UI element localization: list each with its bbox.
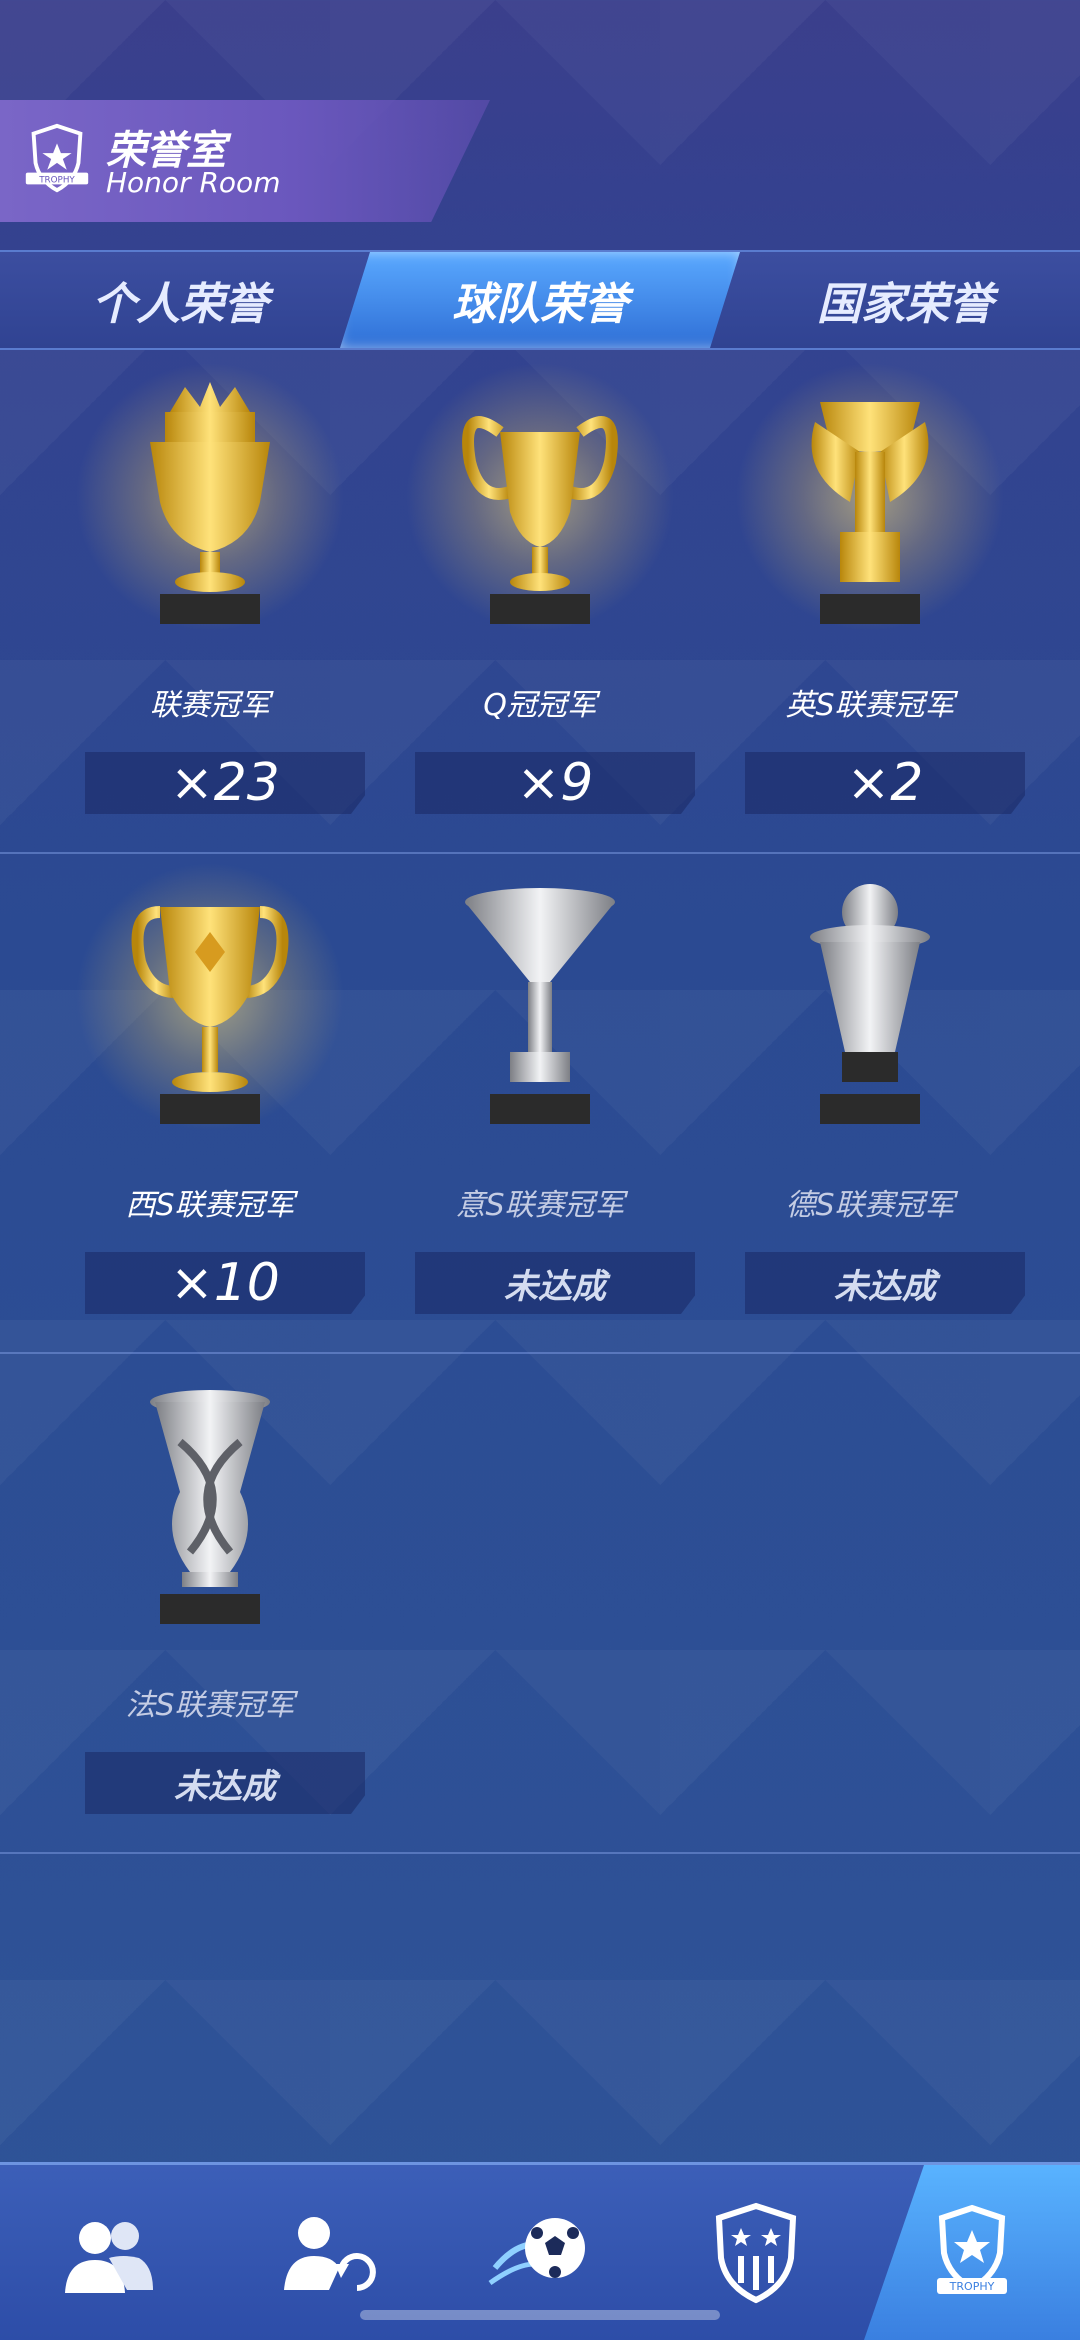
nav-trophy[interactable]: TROPHY xyxy=(864,2165,1080,2340)
nav-squad[interactable] xyxy=(0,2165,216,2340)
trophy-card-france[interactable]: 法S联赛冠军 未达成 xyxy=(45,1352,375,1852)
trophy-name: 意S联赛冠军 xyxy=(455,1188,625,1223)
trophy-name: 德S联赛冠军 xyxy=(785,1188,955,1223)
tab-team-honor[interactable]: 球队荣誉 xyxy=(340,252,740,348)
tab-label: 国家荣誉 xyxy=(817,279,993,330)
tab-label: 个人荣誉 xyxy=(92,279,268,330)
trophy-count-badge: ×2 xyxy=(745,752,1025,814)
trophy-shield-icon: TROPHY xyxy=(25,123,89,193)
diamond-cup-icon xyxy=(131,906,289,1124)
trophy-grid: 联赛冠军 ×23 Q冠冠军 ×9 英S联赛冠军 ×2 西S联赛冠军 ×10 意S… xyxy=(0,352,1080,2162)
funnel-cup-icon xyxy=(465,888,615,1124)
twisted-cup-icon xyxy=(150,1390,270,1624)
winged-cup-icon xyxy=(811,402,929,624)
honor-tabs: 个人荣誉 球队荣誉 国家荣誉 xyxy=(0,250,1080,350)
club-crest-icon xyxy=(715,2202,797,2303)
trophy-count-badge: ×10 xyxy=(85,1252,365,1314)
trophy-name: 联赛冠军 xyxy=(150,688,270,723)
tab-personal-honor[interactable]: 个人荣誉 xyxy=(0,252,360,348)
players-icon xyxy=(65,2221,153,2293)
trophy-count-badge: ×9 xyxy=(415,752,695,814)
tab-national-honor[interactable]: 国家荣誉 xyxy=(730,252,1080,348)
football-icon xyxy=(488,2217,585,2285)
home-indicator xyxy=(360,2310,720,2320)
page-subtitle: Honor Room xyxy=(106,166,281,199)
page-header: TROPHY 荣誉室 Honor Room xyxy=(0,100,490,222)
crown-cup-icon xyxy=(150,382,270,624)
trophy-card-q[interactable]: Q冠冠军 ×9 xyxy=(375,352,705,852)
trophy-count-badge: ×23 xyxy=(85,752,365,814)
header-icon-label: TROPHY xyxy=(38,175,75,185)
tab-label: 球队荣誉 xyxy=(452,279,628,330)
nav-trophy-label: TROPHY xyxy=(949,2280,995,2293)
player-swap-icon xyxy=(284,2216,376,2291)
ball-cup-icon xyxy=(810,884,930,1124)
trophy-icon: TROPHY xyxy=(937,2204,1007,2294)
big-ears-cup-icon xyxy=(462,416,618,624)
trophy-name: Q冠冠军 xyxy=(483,688,597,723)
trophy-name: 法S联赛冠军 xyxy=(125,1688,295,1723)
trophy-card-league[interactable]: 联赛冠军 ×23 xyxy=(45,352,375,852)
trophy-status-badge: 未达成 xyxy=(85,1752,365,1814)
trophy-name: 英S联赛冠军 xyxy=(785,688,955,723)
trophy-card-spain[interactable]: 西S联赛冠军 ×10 xyxy=(45,852,375,1352)
trophy-status-badge: 未达成 xyxy=(745,1252,1025,1314)
trophy-name: 西S联赛冠军 xyxy=(125,1188,295,1223)
trophy-card-germany[interactable]: 德S联赛冠军 未达成 xyxy=(705,852,1035,1352)
row-divider xyxy=(0,1852,1080,1854)
trophy-card-england[interactable]: 英S联赛冠军 ×2 xyxy=(705,352,1035,852)
trophy-card-italy[interactable]: 意S联赛冠军 未达成 xyxy=(375,852,705,1352)
trophy-status-badge: 未达成 xyxy=(415,1252,695,1314)
